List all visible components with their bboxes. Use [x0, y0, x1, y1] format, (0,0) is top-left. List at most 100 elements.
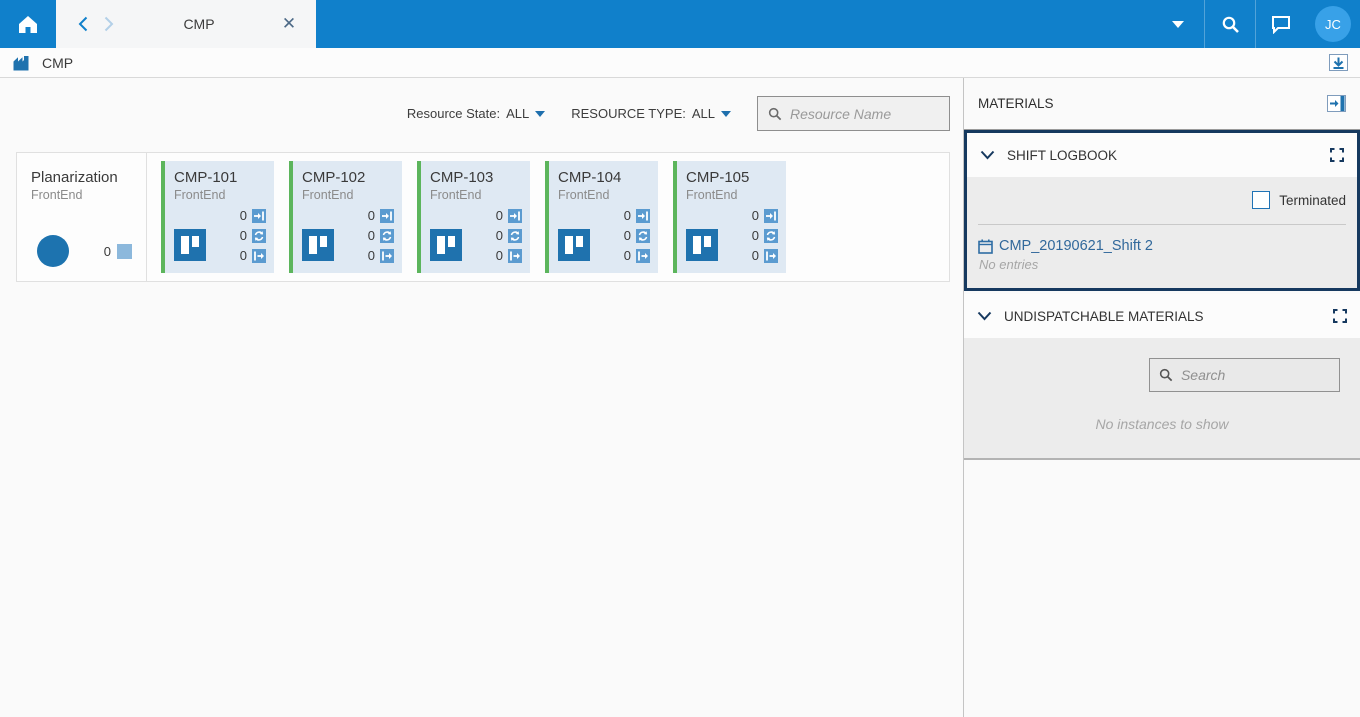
search-icon [1159, 368, 1173, 382]
count-in: 0 [623, 208, 631, 223]
open-panel-button[interactable] [1327, 95, 1346, 112]
undispatchable-title: UNDISPATCHABLE MATERIALS [1004, 308, 1204, 324]
group-area: FrontEnd [31, 188, 83, 202]
resource-name-input[interactable] [789, 105, 939, 122]
materials-sidebar: MATERIALS SHIFT LOGBOOK Terminated CMP_2… [963, 78, 1360, 717]
resource-area: FrontEnd [302, 188, 354, 202]
resource-state-filter[interactable]: Resource State: ALL [406, 106, 546, 121]
expand-logbook-button[interactable] [1330, 148, 1344, 162]
group-status-dot [37, 235, 69, 267]
arrow-in-icon [764, 208, 778, 223]
count-processing: 0 [495, 228, 503, 243]
factory-icon [13, 55, 29, 70]
equipment-icon [430, 229, 462, 261]
resource-area: FrontEnd [174, 188, 226, 202]
shift-logbook-title: SHIFT LOGBOOK [1007, 147, 1118, 163]
count-out: 0 [751, 248, 759, 263]
resource-name: CMP-105 [686, 169, 750, 186]
caret-down-icon [1172, 20, 1184, 28]
caret-down-icon [721, 110, 731, 117]
terminated-label: Terminated [1279, 192, 1346, 208]
count-out: 0 [239, 248, 247, 263]
resource-card-cmp-101[interactable]: CMP-101 FrontEnd 0 0 0 [161, 161, 274, 273]
arrow-in-icon [380, 208, 394, 223]
count-out: 0 [367, 248, 375, 263]
shift-logbook-header[interactable]: SHIFT LOGBOOK [967, 133, 1357, 177]
count-processing: 0 [751, 228, 759, 243]
equipment-icon [558, 229, 590, 261]
divider [978, 224, 1346, 225]
search-button[interactable] [1205, 0, 1255, 48]
more-menu-button[interactable] [1152, 0, 1204, 48]
resource-card-cmp-105[interactable]: CMP-105 FrontEnd 0 0 0 [673, 161, 786, 273]
count-in: 0 [495, 208, 503, 223]
chevron-down-icon [980, 150, 995, 160]
home-icon [19, 16, 37, 33]
count-out: 0 [623, 248, 631, 263]
search-icon [1222, 16, 1239, 33]
logbook-entry-link[interactable]: CMP_20190621_Shift 2 [999, 238, 1153, 254]
chat-icon [1272, 15, 1290, 34]
resource-type-value: ALL [691, 106, 715, 121]
messages-button[interactable] [1256, 0, 1306, 48]
materials-search[interactable] [1149, 358, 1340, 392]
resource-name: CMP-104 [558, 169, 622, 186]
divider [964, 458, 1360, 460]
empty-state-text: No instances to show [1095, 416, 1229, 432]
count-processing: 0 [239, 228, 247, 243]
resource-name-search[interactable] [757, 96, 950, 131]
processing-icon [636, 228, 650, 243]
terminated-checkbox[interactable] [1252, 191, 1271, 209]
tab-close-button[interactable]: ✕ [276, 14, 302, 34]
resource-group-card[interactable]: Planarization FrontEnd 0 [17, 153, 147, 281]
arrow-out-icon [508, 248, 522, 263]
resource-area: FrontEnd [558, 188, 610, 202]
arrow-in-icon [636, 208, 650, 223]
arrow-out-icon [764, 248, 778, 263]
resource-type-filter[interactable]: RESOURCE TYPE: ALL [571, 106, 731, 121]
tab-cmp[interactable]: CMP ✕ [56, 0, 316, 48]
arrow-out-icon [252, 248, 266, 263]
resource-card-cmp-104[interactable]: CMP-104 FrontEnd 0 0 0 [545, 161, 658, 273]
resource-state-label: Resource State: [406, 106, 501, 121]
equipment-icon [686, 229, 718, 261]
undispatchable-header[interactable]: UNDISPATCHABLE MATERIALS [964, 294, 1360, 338]
arrow-in-icon [508, 208, 522, 223]
materials-search-input[interactable] [1180, 367, 1330, 383]
processing-icon [764, 228, 778, 243]
shift-logbook-section: SHIFT LOGBOOK Terminated CMP_20190621_Sh… [964, 130, 1360, 291]
sidebar-title: MATERIALS [978, 96, 1054, 111]
arrow-out-icon [380, 248, 394, 263]
chevron-right-icon [104, 16, 114, 32]
avatar[interactable]: JC [1315, 6, 1351, 42]
count-in: 0 [239, 208, 247, 223]
back-button[interactable] [70, 16, 96, 32]
processing-icon [252, 228, 266, 243]
arrow-out-icon [636, 248, 650, 263]
breadcrumb[interactable]: CMP [42, 55, 73, 71]
home-button[interactable] [0, 0, 56, 48]
arrow-down-to-bar-icon [1333, 57, 1344, 69]
chevron-left-icon [78, 16, 88, 32]
equipment-icon [174, 229, 206, 261]
topbar-actions: JC [1152, 0, 1360, 48]
resource-state-value: ALL [506, 106, 530, 121]
resource-name: CMP-103 [430, 169, 494, 186]
expand-undispatchable-button[interactable] [1333, 309, 1347, 323]
logbook-entry[interactable]: CMP_20190621_Shift 2 [978, 238, 1346, 254]
processing-icon [508, 228, 522, 243]
resource-card-cmp-103[interactable]: CMP-103 FrontEnd 0 0 0 [417, 161, 530, 273]
forward-button[interactable] [96, 16, 122, 32]
top-bar: CMP ✕ JC [0, 0, 1360, 48]
collapse-panel-button[interactable] [1329, 54, 1348, 71]
resource-area: FrontEnd [686, 188, 738, 202]
resource-card-cmp-102[interactable]: CMP-102 FrontEnd 0 0 0 [289, 161, 402, 273]
count-processing: 0 [623, 228, 631, 243]
filters-bar: Resource State: ALL RESOURCE TYPE: ALL [0, 96, 950, 131]
user-menu[interactable]: JC [1306, 0, 1360, 48]
arrow-to-right-bar-icon [1330, 96, 1345, 111]
machine-cards-row: CMP-101 FrontEnd 0 0 0 CMP-102 FrontEnd [147, 153, 949, 281]
material-icon [117, 243, 132, 259]
group-count-value: 0 [103, 243, 111, 259]
count-in: 0 [367, 208, 375, 223]
